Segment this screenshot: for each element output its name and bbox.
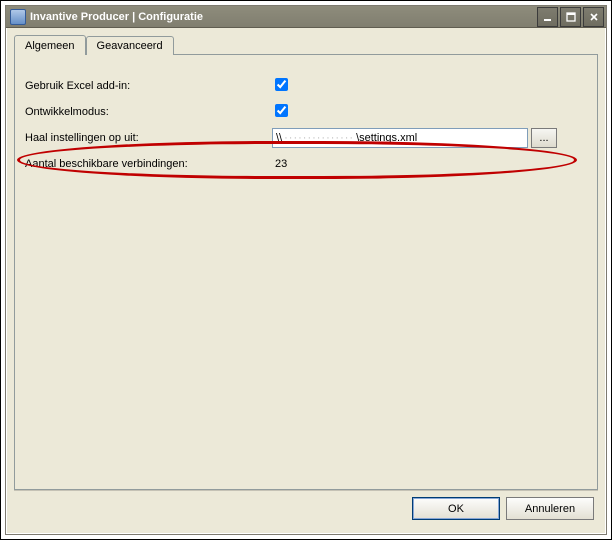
cancel-button[interactable]: Annuleren: [506, 497, 594, 520]
dialog-button-bar: OK Annuleren: [14, 490, 598, 526]
window-title: Invantive Producer | Configuratie: [30, 11, 537, 23]
minimize-button[interactable]: [537, 7, 558, 27]
app-icon: [10, 9, 26, 25]
use-excel-addin-checkbox[interactable]: [275, 78, 288, 91]
use-excel-addin-label: Gebruik Excel add-in:: [25, 80, 275, 92]
settings-path-label: Haal instellingen op uit:: [25, 132, 272, 144]
settings-path-suffix: \settings.xml: [356, 132, 417, 144]
close-button[interactable]: [583, 7, 604, 27]
tab-advanced[interactable]: Geavanceerd: [86, 36, 174, 55]
ok-button[interactable]: OK: [412, 497, 500, 520]
tab-general[interactable]: Algemeen: [14, 35, 86, 55]
dev-mode-checkbox[interactable]: [275, 104, 288, 117]
general-panel: Gebruik Excel add-in: Ontwikkelmodus: Ha…: [14, 55, 598, 490]
title-bar: Invantive Producer | Configuratie: [6, 6, 606, 28]
browse-button[interactable]: ...: [531, 128, 557, 148]
connections-count-label: Aantal beschikbare verbindingen:: [25, 158, 275, 170]
settings-path-input[interactable]: \\ ··············· \settings.xml: [272, 128, 528, 148]
config-dialog: Invantive Producer | Configuratie Algeme…: [5, 5, 607, 535]
connections-count-value: 23: [275, 158, 287, 170]
maximize-button[interactable]: [560, 7, 581, 27]
settings-path-obscured: ···············: [282, 132, 356, 144]
dev-mode-label: Ontwikkelmodus:: [25, 106, 275, 118]
